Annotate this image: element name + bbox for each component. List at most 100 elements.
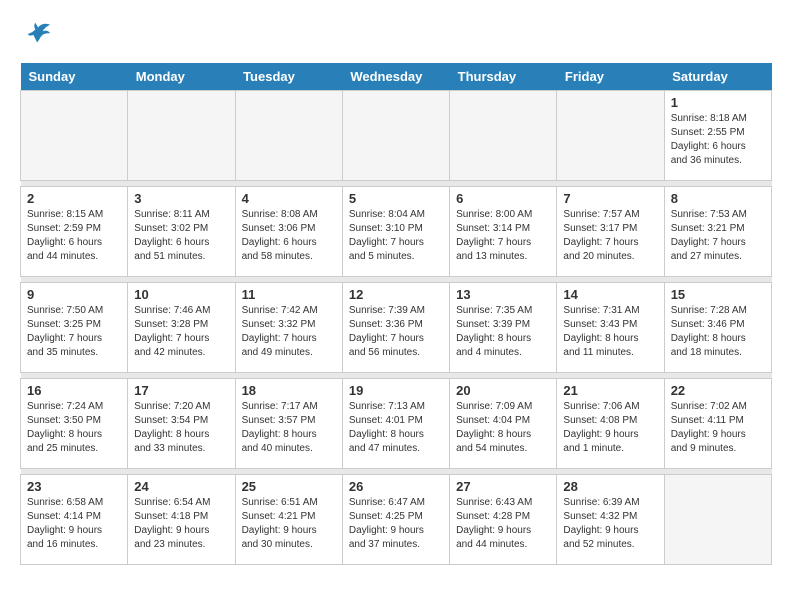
- day-info: Sunrise: 7:42 AM Sunset: 3:32 PM Dayligh…: [242, 304, 336, 360]
- logo-bird-icon: [24, 20, 52, 53]
- day-number: 11: [242, 287, 336, 302]
- calendar-cell: 22 Sunrise: 7:02 AM Sunset: 4:11 PM Dayli…: [664, 379, 771, 469]
- calendar-cell: 10Sunrise: 7:46 AM Sunset: 3:28 PM Dayli…: [128, 283, 235, 373]
- calendar-cell: 19 Sunrise: 7:13 AM Sunset: 4:01 PM Dayli…: [342, 379, 449, 469]
- day-info: Sunrise: 7:06 AM Sunset: 4:08 PM Dayligh…: [563, 400, 657, 456]
- day-number: 23: [27, 479, 121, 494]
- day-info: Sunrise: 7:28 AM Sunset: 3:46 PM Dayligh…: [671, 304, 765, 360]
- calendar-cell: 16 Sunrise: 7:24 AM Sunset: 3:50 PM Dayli…: [21, 379, 128, 469]
- day-number: 1: [671, 95, 765, 110]
- day-header-thursday: Thursday: [450, 63, 557, 91]
- day-info: Sunrise: 7:02 AM Sunset: 4:11 PM Dayligh…: [671, 400, 765, 456]
- calendar-cell: 11 Sunrise: 7:42 AM Sunset: 3:32 PM Dayli…: [235, 283, 342, 373]
- day-number: 24: [134, 479, 228, 494]
- day-number: 6: [456, 191, 550, 206]
- day-number: 16: [27, 383, 121, 398]
- calendar-cell: 13 Sunrise: 7:35 AM Sunset: 3:39 PM Dayli…: [450, 283, 557, 373]
- calendar-cell: 21 Sunrise: 7:06 AM Sunset: 4:08 PM Dayli…: [557, 379, 664, 469]
- day-number: 7: [563, 191, 657, 206]
- logo: [20, 20, 52, 53]
- calendar-header-row: SundayMondayTuesdayWednesdayThursdayFrid…: [21, 63, 772, 91]
- day-number: 28: [563, 479, 657, 494]
- day-header-saturday: Saturday: [664, 63, 771, 91]
- calendar-cell: 27Sunrise: 6:43 AM Sunset: 4:28 PM Dayli…: [450, 475, 557, 565]
- day-number: 5: [349, 191, 443, 206]
- day-info: Sunrise: 7:17 AM Sunset: 3:57 PM Dayligh…: [242, 400, 336, 456]
- page-header: [20, 20, 772, 53]
- day-info: Sunrise: 6:39 AM Sunset: 4:32 PM Dayligh…: [563, 496, 657, 552]
- day-info: Sunrise: 7:50 AM Sunset: 3:25 PM Dayligh…: [27, 304, 121, 360]
- day-number: 25: [242, 479, 336, 494]
- day-number: 8: [671, 191, 765, 206]
- day-info: Sunrise: 6:54 AM Sunset: 4:18 PM Dayligh…: [134, 496, 228, 552]
- calendar-cell: 7 Sunrise: 7:57 AM Sunset: 3:17 PM Daylig…: [557, 187, 664, 277]
- day-header-monday: Monday: [128, 63, 235, 91]
- day-number: 21: [563, 383, 657, 398]
- day-info: Sunrise: 8:08 AM Sunset: 3:06 PM Dayligh…: [242, 208, 336, 264]
- calendar-cell: 20 Sunrise: 7:09 AM Sunset: 4:04 PM Dayli…: [450, 379, 557, 469]
- calendar-cell: 5 Sunrise: 8:04 AM Sunset: 3:10 PM Daylig…: [342, 187, 449, 277]
- day-info: Sunrise: 7:35 AM Sunset: 3:39 PM Dayligh…: [456, 304, 550, 360]
- day-number: 26: [349, 479, 443, 494]
- day-header-wednesday: Wednesday: [342, 63, 449, 91]
- calendar-cell: 23 Sunrise: 6:58 AM Sunset: 4:14 PM Dayli…: [21, 475, 128, 565]
- day-number: 19: [349, 383, 443, 398]
- day-number: 3: [134, 191, 228, 206]
- day-info: Sunrise: 7:39 AM Sunset: 3:36 PM Dayligh…: [349, 304, 443, 360]
- day-number: 22: [671, 383, 765, 398]
- calendar-cell: 17 Sunrise: 7:20 AM Sunset: 3:54 PM Dayli…: [128, 379, 235, 469]
- calendar-cell: 25 Sunrise: 6:51 AM Sunset: 4:21 PM Dayli…: [235, 475, 342, 565]
- day-number: 2: [27, 191, 121, 206]
- day-number: 10: [134, 287, 228, 302]
- day-info: Sunrise: 7:20 AM Sunset: 3:54 PM Dayligh…: [134, 400, 228, 456]
- calendar-cell: 8 Sunrise: 7:53 AM Sunset: 3:21 PM Daylig…: [664, 187, 771, 277]
- day-info: Sunrise: 6:58 AM Sunset: 4:14 PM Dayligh…: [27, 496, 121, 552]
- calendar-cell: 4 Sunrise: 8:08 AM Sunset: 3:06 PM Daylig…: [235, 187, 342, 277]
- day-header-tuesday: Tuesday: [235, 63, 342, 91]
- day-info: Sunrise: 6:43 AM Sunset: 4:28 PM Dayligh…: [456, 496, 550, 552]
- calendar-cell: [557, 91, 664, 181]
- calendar-cell: [664, 475, 771, 565]
- calendar-cell: 9 Sunrise: 7:50 AM Sunset: 3:25 PM Daylig…: [21, 283, 128, 373]
- calendar-cell: 6 Sunrise: 8:00 AM Sunset: 3:14 PM Daylig…: [450, 187, 557, 277]
- calendar-cell: 24 Sunrise: 6:54 AM Sunset: 4:18 PM Dayli…: [128, 475, 235, 565]
- day-info: Sunrise: 7:31 AM Sunset: 3:43 PM Dayligh…: [563, 304, 657, 360]
- calendar-cell: 1 Sunrise: 8:18 AM Sunset: 2:55 PM Daylig…: [664, 91, 771, 181]
- calendar-cell: [128, 91, 235, 181]
- day-number: 13: [456, 287, 550, 302]
- calendar-cell: 15 Sunrise: 7:28 AM Sunset: 3:46 PM Dayli…: [664, 283, 771, 373]
- day-number: 15: [671, 287, 765, 302]
- day-info: Sunrise: 7:24 AM Sunset: 3:50 PM Dayligh…: [27, 400, 121, 456]
- day-number: 14: [563, 287, 657, 302]
- calendar-cell: 12 Sunrise: 7:39 AM Sunset: 3:36 PM Dayli…: [342, 283, 449, 373]
- day-info: Sunrise: 8:18 AM Sunset: 2:55 PM Dayligh…: [671, 112, 765, 168]
- week-row-5: 23 Sunrise: 6:58 AM Sunset: 4:14 PM Dayli…: [21, 475, 772, 565]
- day-info: Sunrise: 7:53 AM Sunset: 3:21 PM Dayligh…: [671, 208, 765, 264]
- week-row-1: 1 Sunrise: 8:18 AM Sunset: 2:55 PM Daylig…: [21, 91, 772, 181]
- calendar-cell: [342, 91, 449, 181]
- day-info: Sunrise: 7:09 AM Sunset: 4:04 PM Dayligh…: [456, 400, 550, 456]
- day-number: 12: [349, 287, 443, 302]
- day-number: 17: [134, 383, 228, 398]
- calendar: SundayMondayTuesdayWednesdayThursdayFrid…: [20, 63, 772, 565]
- day-info: Sunrise: 8:15 AM Sunset: 2:59 PM Dayligh…: [27, 208, 121, 264]
- calendar-cell: 14 Sunrise: 7:31 AM Sunset: 3:43 PM Dayli…: [557, 283, 664, 373]
- calendar-cell: [450, 91, 557, 181]
- calendar-cell: [21, 91, 128, 181]
- calendar-cell: 2 Sunrise: 8:15 AM Sunset: 2:59 PM Daylig…: [21, 187, 128, 277]
- day-number: 4: [242, 191, 336, 206]
- day-info: Sunrise: 8:04 AM Sunset: 3:10 PM Dayligh…: [349, 208, 443, 264]
- week-row-2: 2 Sunrise: 8:15 AM Sunset: 2:59 PM Daylig…: [21, 187, 772, 277]
- calendar-cell: 26Sunrise: 6:47 AM Sunset: 4:25 PM Dayli…: [342, 475, 449, 565]
- day-info: Sunrise: 8:00 AM Sunset: 3:14 PM Dayligh…: [456, 208, 550, 264]
- day-header-friday: Friday: [557, 63, 664, 91]
- day-info: Sunrise: 6:51 AM Sunset: 4:21 PM Dayligh…: [242, 496, 336, 552]
- day-number: 20: [456, 383, 550, 398]
- calendar-cell: [235, 91, 342, 181]
- day-info: Sunrise: 7:13 AM Sunset: 4:01 PM Dayligh…: [349, 400, 443, 456]
- day-number: 9: [27, 287, 121, 302]
- day-info: Sunrise: 7:57 AM Sunset: 3:17 PM Dayligh…: [563, 208, 657, 264]
- calendar-cell: 3Sunrise: 8:11 AM Sunset: 3:02 PM Daylig…: [128, 187, 235, 277]
- calendar-cell: 28 Sunrise: 6:39 AM Sunset: 4:32 PM Dayli…: [557, 475, 664, 565]
- calendar-cell: 18Sunrise: 7:17 AM Sunset: 3:57 PM Dayli…: [235, 379, 342, 469]
